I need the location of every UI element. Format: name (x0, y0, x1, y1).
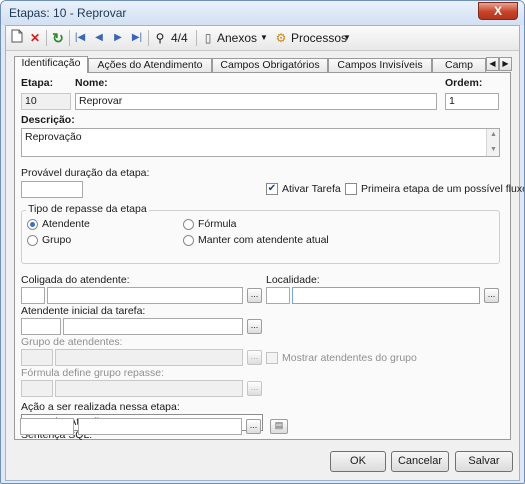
sentenca-lookup-button[interactable]: ... (246, 419, 261, 434)
anexos-menu[interactable]: Anexos (217, 29, 257, 47)
scroll-down-icon[interactable]: ▼ (490, 143, 497, 156)
localidade-code-field[interactable] (266, 287, 290, 304)
grupo-atendentes-lookup-button: ... (247, 350, 262, 365)
grupo-atendentes-code-field (21, 349, 53, 366)
sql-editor-icon[interactable]: ▤ (270, 419, 288, 434)
nome-field[interactable]: Reprovar (75, 93, 437, 110)
scroll-up-icon[interactable]: ▲ (490, 129, 497, 142)
atendente-inicial-lookup-button[interactable]: ... (247, 319, 262, 334)
dialog-window: Etapas: 10 - Reprovar X ✕ ↻ |◀ ◀ ▶ ▶| ⚲ … (0, 0, 525, 484)
sentenca-code-field[interactable] (20, 418, 74, 435)
processos-menu[interactable]: Processos (291, 29, 347, 47)
new-document-icon[interactable] (9, 29, 25, 47)
tab-scroll-left-icon[interactable]: ◀ (486, 57, 499, 71)
radio-formula-label: Fórmula (198, 218, 237, 230)
radio-atendente-label: Atendente (42, 218, 90, 230)
atendente-inicial-code-field[interactable] (21, 318, 61, 335)
toolbar-separator (196, 30, 197, 46)
toolbar-separator (148, 30, 149, 46)
ativar-tarefa-label: Ativar Tarefa (282, 183, 341, 195)
radio-manter-atendente-label: Manter com atendente atual (198, 234, 329, 246)
ordem-label: Ordem: (445, 77, 483, 89)
duracao-field[interactable] (21, 181, 83, 198)
localidade-lookup-button[interactable]: ... (484, 288, 499, 303)
primeira-etapa-checkbox[interactable] (345, 183, 357, 195)
toolbar-separator (46, 30, 47, 46)
coligada-name-field[interactable] (47, 287, 243, 304)
tab-panel-identificacao: Etapa: Nome: Ordem: 10 Reprovar 1 Descri… (14, 72, 524, 441)
formula-grupo-lookup-button: ... (247, 381, 262, 396)
processes-icon[interactable]: ⚙ (273, 29, 289, 47)
cancelar-button[interactable]: Cancelar (391, 451, 449, 472)
atendente-inicial-name-field[interactable] (63, 318, 243, 335)
formula-grupo-code-field (21, 380, 53, 397)
tab-identificacao[interactable]: Identificação (14, 56, 88, 73)
chevron-down-icon[interactable]: ▼ (343, 29, 351, 47)
mostrar-atendentes-checkbox (266, 352, 278, 364)
coligada-code-field[interactable] (21, 287, 45, 304)
window-title: Etapas: 10 - Reprovar (9, 6, 127, 20)
record-position: 4/4 (171, 31, 188, 45)
tab-strip: Identificação Ações do Atendimento Campo… (14, 56, 512, 73)
repasse-group-title: Tipo de repasse da etapa (26, 203, 149, 215)
ok-button[interactable]: OK (330, 451, 386, 472)
descricao-label: Descrição: (21, 114, 75, 126)
salvar-button[interactable]: Salvar (455, 451, 513, 472)
radio-manter-atendente[interactable] (183, 235, 194, 246)
first-record-icon[interactable]: |◀ (72, 29, 88, 47)
descricao-field[interactable]: Reprovação ▲ ▼ (21, 128, 500, 157)
descricao-scrollbar[interactable]: ▲ ▼ (486, 129, 499, 156)
toolbar-separator (69, 30, 70, 46)
descricao-text: Reprovação (25, 131, 82, 143)
attachment-icon[interactable]: ▯ (200, 29, 216, 47)
coligada-lookup-button[interactable]: ... (247, 288, 262, 303)
chevron-down-icon[interactable]: ▼ (260, 29, 268, 47)
sentenca-name-field[interactable] (78, 418, 242, 435)
refresh-icon[interactable]: ↻ (50, 29, 66, 47)
next-record-icon[interactable]: ▶ (110, 29, 126, 47)
ativar-tarefa-checkbox[interactable]: ✔ (266, 183, 278, 195)
previous-record-icon[interactable]: ◀ (91, 29, 107, 47)
formula-grupo-name-field (55, 380, 243, 397)
title-bar: Etapas: 10 - Reprovar X (1, 1, 524, 25)
radio-formula[interactable] (183, 219, 194, 230)
tab-acoes-atendimento[interactable]: Ações do Atendimento (88, 58, 212, 73)
close-button[interactable]: X (478, 2, 518, 20)
formula-grupo-label: Fórmula define grupo repasse: (21, 367, 164, 379)
radio-grupo[interactable] (27, 235, 38, 246)
localidade-label: Localidade: (266, 274, 320, 286)
grupo-atendentes-label: Grupo de atendentes: (21, 336, 123, 348)
primeira-etapa-label: Primeira etapa de um possível fluxo (361, 183, 525, 195)
radio-grupo-label: Grupo (42, 234, 72, 246)
find-icon[interactable]: ⚲ (152, 29, 168, 47)
toolbar: ✕ ↻ |◀ ◀ ▶ ▶| ⚲ 4/4 ▯ Anexos ▼ ⚙ Process… (6, 26, 519, 51)
tab-scroll-right-icon[interactable]: ▶ (499, 57, 512, 71)
etapa-field: 10 (21, 93, 71, 110)
radio-atendente[interactable] (27, 219, 38, 230)
nome-label: Nome: (75, 77, 108, 89)
tab-campos-obrigatorios[interactable]: Campos Obrigatórios (212, 58, 328, 73)
delete-icon[interactable]: ✕ (27, 29, 43, 47)
dialog-body: ✕ ↻ |◀ ◀ ▶ ▶| ⚲ 4/4 ▯ Anexos ▼ ⚙ Process… (5, 25, 524, 481)
duracao-label: Provável duração da etapa: (21, 167, 150, 179)
last-record-icon[interactable]: ▶| (129, 29, 145, 47)
mostrar-atendentes-label: Mostrar atendentes do grupo (282, 352, 417, 364)
acao-label: Ação a ser realizada nessa etapa: (21, 401, 180, 413)
tab-campos-invisiveis[interactable]: Campos Invisíveis (328, 58, 432, 73)
localidade-name-field[interactable] (292, 287, 480, 304)
coligada-label: Coligada do atendente: (21, 274, 130, 286)
ordem-field[interactable]: 1 (445, 93, 499, 110)
grupo-atendentes-name-field (55, 349, 243, 366)
etapa-label: Etapa: (21, 77, 54, 89)
tab-camp[interactable]: Camp (432, 58, 486, 73)
atendente-inicial-label: Atendente inicial da tarefa: (21, 305, 146, 317)
